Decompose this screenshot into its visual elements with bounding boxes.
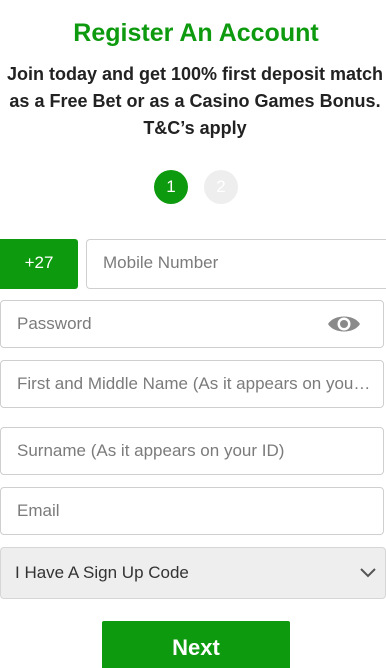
step-indicator: 1 2 xyxy=(154,170,244,206)
eye-icon[interactable] xyxy=(327,312,361,336)
email-input[interactable]: Email xyxy=(0,487,384,535)
register-page: Register An Account Join today and get 1… xyxy=(0,0,386,668)
first-middle-name-placeholder: First and Middle Name (As it appears on … xyxy=(17,374,371,393)
mobile-number-input[interactable]: Mobile Number xyxy=(86,239,386,289)
surname-input[interactable]: Surname (As it appears on your ID) xyxy=(0,427,384,475)
surname-placeholder: Surname (As it appears on your ID) xyxy=(17,441,285,460)
signup-code-select-value: I Have A Sign Up Code xyxy=(15,563,189,582)
page-title: Register An Account xyxy=(73,19,319,47)
next-button[interactable]: Next xyxy=(102,621,290,668)
first-middle-name-input[interactable]: First and Middle Name (As it appears on … xyxy=(0,360,384,408)
mobile-number-placeholder: Mobile Number xyxy=(103,253,219,272)
password-placeholder: Password xyxy=(17,314,92,333)
step-1-badge: 1 xyxy=(154,170,188,204)
chevron-down-icon xyxy=(359,565,377,579)
step-2-badge: 2 xyxy=(204,170,238,204)
password-input[interactable]: Password xyxy=(0,300,384,348)
email-placeholder: Email xyxy=(17,501,60,520)
promo-text: Join today and get 100% first deposit ma… xyxy=(6,64,384,138)
signup-code-select[interactable]: I Have A Sign Up Code xyxy=(0,547,386,599)
country-code-selector[interactable]: +27 xyxy=(0,239,78,289)
